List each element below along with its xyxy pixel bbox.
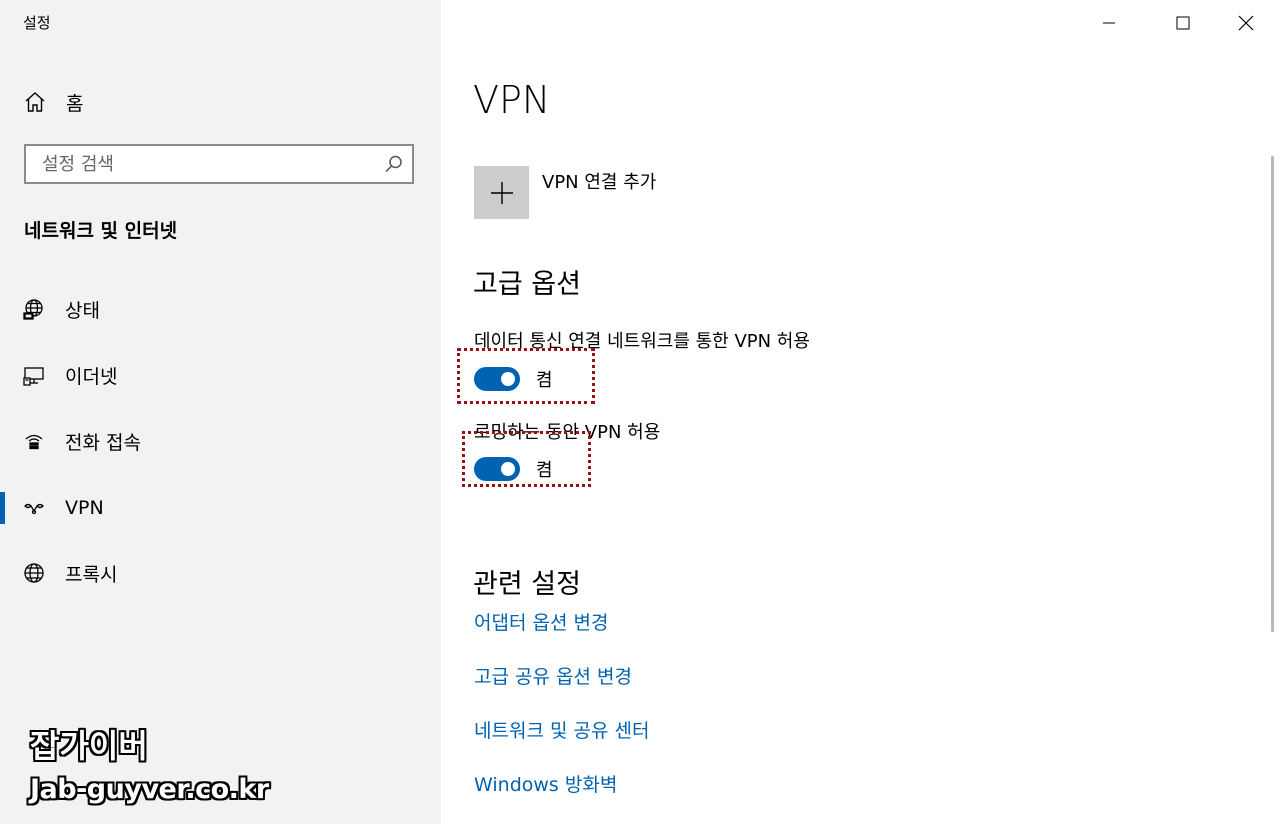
watermark: 잡가이버 Jab-guyver.co.kr bbox=[30, 726, 269, 810]
sidebar-item-label: 상태 bbox=[65, 299, 100, 322]
close-button[interactable] bbox=[1215, 0, 1277, 46]
sharing-options-link[interactable]: 고급 공유 옵션 변경 bbox=[474, 662, 632, 689]
home-icon bbox=[25, 92, 45, 112]
vpn-icon bbox=[24, 503, 44, 515]
sidebar-item-label: 전화 접속 bbox=[65, 431, 141, 454]
dialup-icon bbox=[25, 434, 43, 450]
sidebar-item-label: VPN bbox=[65, 497, 104, 519]
scrollbar[interactable] bbox=[1271, 156, 1274, 632]
watermark-line1: 잡가이버 bbox=[30, 727, 148, 765]
sidebar-item-label: 프록시 bbox=[65, 563, 118, 586]
sidebar-item-proxy[interactable]: 프록시 bbox=[0, 549, 441, 597]
sidebar-item-label: 이더넷 bbox=[65, 365, 118, 388]
sidebar-item-dialup[interactable]: 전화 접속 bbox=[0, 417, 441, 465]
sidebar-item-ethernet[interactable]: 이더넷 bbox=[0, 351, 441, 399]
related-settings-heading: 관련 설정 bbox=[473, 569, 581, 600]
sidebar: 설정 홈 네트워크 및 인터넷 상태 이더넷 전화 접속 bbox=[0, 0, 441, 824]
sidebar-item-vpn[interactable]: VPN bbox=[0, 484, 441, 532]
sidebar-item-status[interactable]: 상태 bbox=[0, 285, 441, 333]
home-label: 홈 bbox=[66, 92, 84, 115]
add-vpn-tile[interactable] bbox=[474, 166, 529, 219]
page-title: VPN bbox=[473, 78, 551, 122]
adapter-options-link[interactable]: 어댑터 옵션 변경 bbox=[474, 608, 608, 635]
section-title: 네트워크 및 인터넷 bbox=[24, 220, 178, 242]
highlight-box bbox=[457, 348, 595, 404]
maximize-button[interactable] bbox=[1152, 0, 1214, 46]
ethernet-icon bbox=[23, 367, 44, 386]
search-icon[interactable] bbox=[384, 154, 404, 174]
close-icon bbox=[1238, 15, 1254, 31]
globe-network-icon bbox=[23, 299, 43, 320]
search-box[interactable] bbox=[24, 144, 414, 184]
network-sharing-center-link[interactable]: 네트워크 및 공유 센터 bbox=[474, 716, 649, 743]
globe-icon bbox=[24, 563, 44, 583]
home-nav-item[interactable]: 홈 bbox=[24, 88, 83, 116]
search-input[interactable] bbox=[26, 146, 382, 182]
add-vpn-button[interactable]: VPN 연결 추가 bbox=[474, 166, 656, 219]
windows-firewall-link[interactable]: Windows 방화벽 bbox=[474, 770, 617, 797]
advanced-options-heading: 고급 옵션 bbox=[473, 269, 581, 300]
minimize-icon bbox=[1103, 22, 1115, 24]
maximize-icon bbox=[1176, 16, 1190, 30]
main-panel: VPN VPN 연결 추가 고급 옵션 데이터 통신 연결 네트워크를 통한 V… bbox=[441, 0, 1280, 824]
highlight-box bbox=[462, 431, 591, 487]
minimize-button[interactable] bbox=[1078, 0, 1140, 46]
plus-icon bbox=[490, 181, 513, 204]
watermark-line2: Jab-guyver.co.kr bbox=[30, 774, 269, 805]
add-vpn-label: VPN 연결 추가 bbox=[542, 172, 657, 193]
app-title: 설정 bbox=[23, 14, 51, 32]
